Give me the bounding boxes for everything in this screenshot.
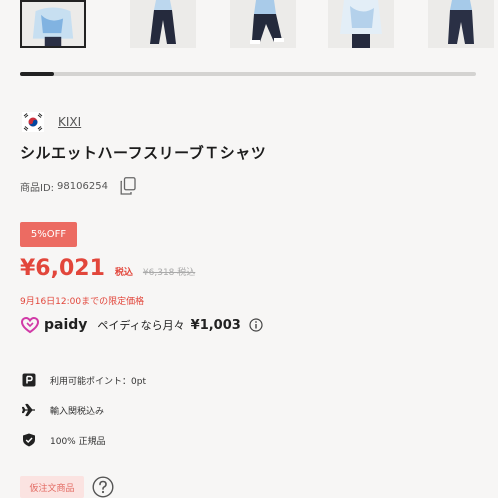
- tax-label: 税込: [114, 268, 133, 278]
- product-photo-1: [22, 2, 84, 46]
- limited-price-deadline: 9月16日12:00までの限定価格: [20, 297, 145, 307]
- thumbnail-1[interactable]: [20, 0, 86, 48]
- thumbnail-3[interactable]: [230, 0, 296, 48]
- feature-points-label: 利用可能ポイント：0pt: [50, 376, 146, 387]
- feature-authentic: 100% 正規品: [22, 432, 106, 448]
- product-photo-5: [428, 0, 494, 48]
- thumbnail-4[interactable]: [328, 0, 394, 48]
- feature-duty-label: 輸入関税込み: [50, 406, 105, 417]
- brand-row: KIXI: [22, 112, 81, 132]
- thumbnail-gallery: [20, 0, 498, 50]
- paidy-monthly-amount: ¥1,003: [190, 317, 241, 333]
- original-price: ¥6,318 税込: [142, 268, 196, 278]
- feature-points: 利用可能ポイント：0pt: [22, 372, 146, 388]
- sale-price: ¥6,021: [20, 256, 105, 281]
- product-id-value: 98106254: [57, 180, 108, 192]
- product-photo-2: [130, 0, 196, 48]
- paidy-brand: paidy: [44, 317, 88, 333]
- korea-flag-icon: [22, 112, 44, 132]
- brand-link[interactable]: KIXI: [58, 115, 81, 129]
- paidy-installment-row: paidy ペイディなら月々 ¥1,003: [20, 314, 263, 336]
- provisional-order-badge: 仮注文商品: [20, 476, 84, 498]
- discount-badge: 5%OFF: [20, 222, 77, 247]
- copy-icon[interactable]: [120, 177, 136, 195]
- product-photo-4: [328, 0, 394, 48]
- gallery-scrollbar-thumb[interactable]: [20, 72, 54, 76]
- product-photo-3: [230, 0, 296, 48]
- points-icon: [22, 373, 36, 387]
- paidy-monthly-text: ペイディなら月々: [97, 319, 185, 332]
- price-row: ¥6,021 税込 ¥6,318 税込: [20, 256, 195, 281]
- info-icon[interactable]: [249, 318, 263, 332]
- thumbnail-2[interactable]: [130, 0, 196, 48]
- airplane-icon: [22, 403, 35, 417]
- product-title: シルエットハーフスリーブＴシャツ: [20, 144, 267, 162]
- feature-duty-included: 輸入関税込み: [22, 402, 104, 418]
- paidy-logo-icon: [20, 316, 40, 334]
- product-id-label: 商品ID:: [20, 182, 55, 194]
- product-id-row: 商品ID: 98106254: [20, 177, 136, 195]
- feature-authentic-label: 100% 正規品: [50, 436, 106, 447]
- gallery-scrollbar[interactable]: [20, 72, 476, 76]
- thumbnail-5[interactable]: [428, 0, 494, 48]
- shield-check-icon: [23, 433, 35, 447]
- help-icon[interactable]: [92, 476, 114, 498]
